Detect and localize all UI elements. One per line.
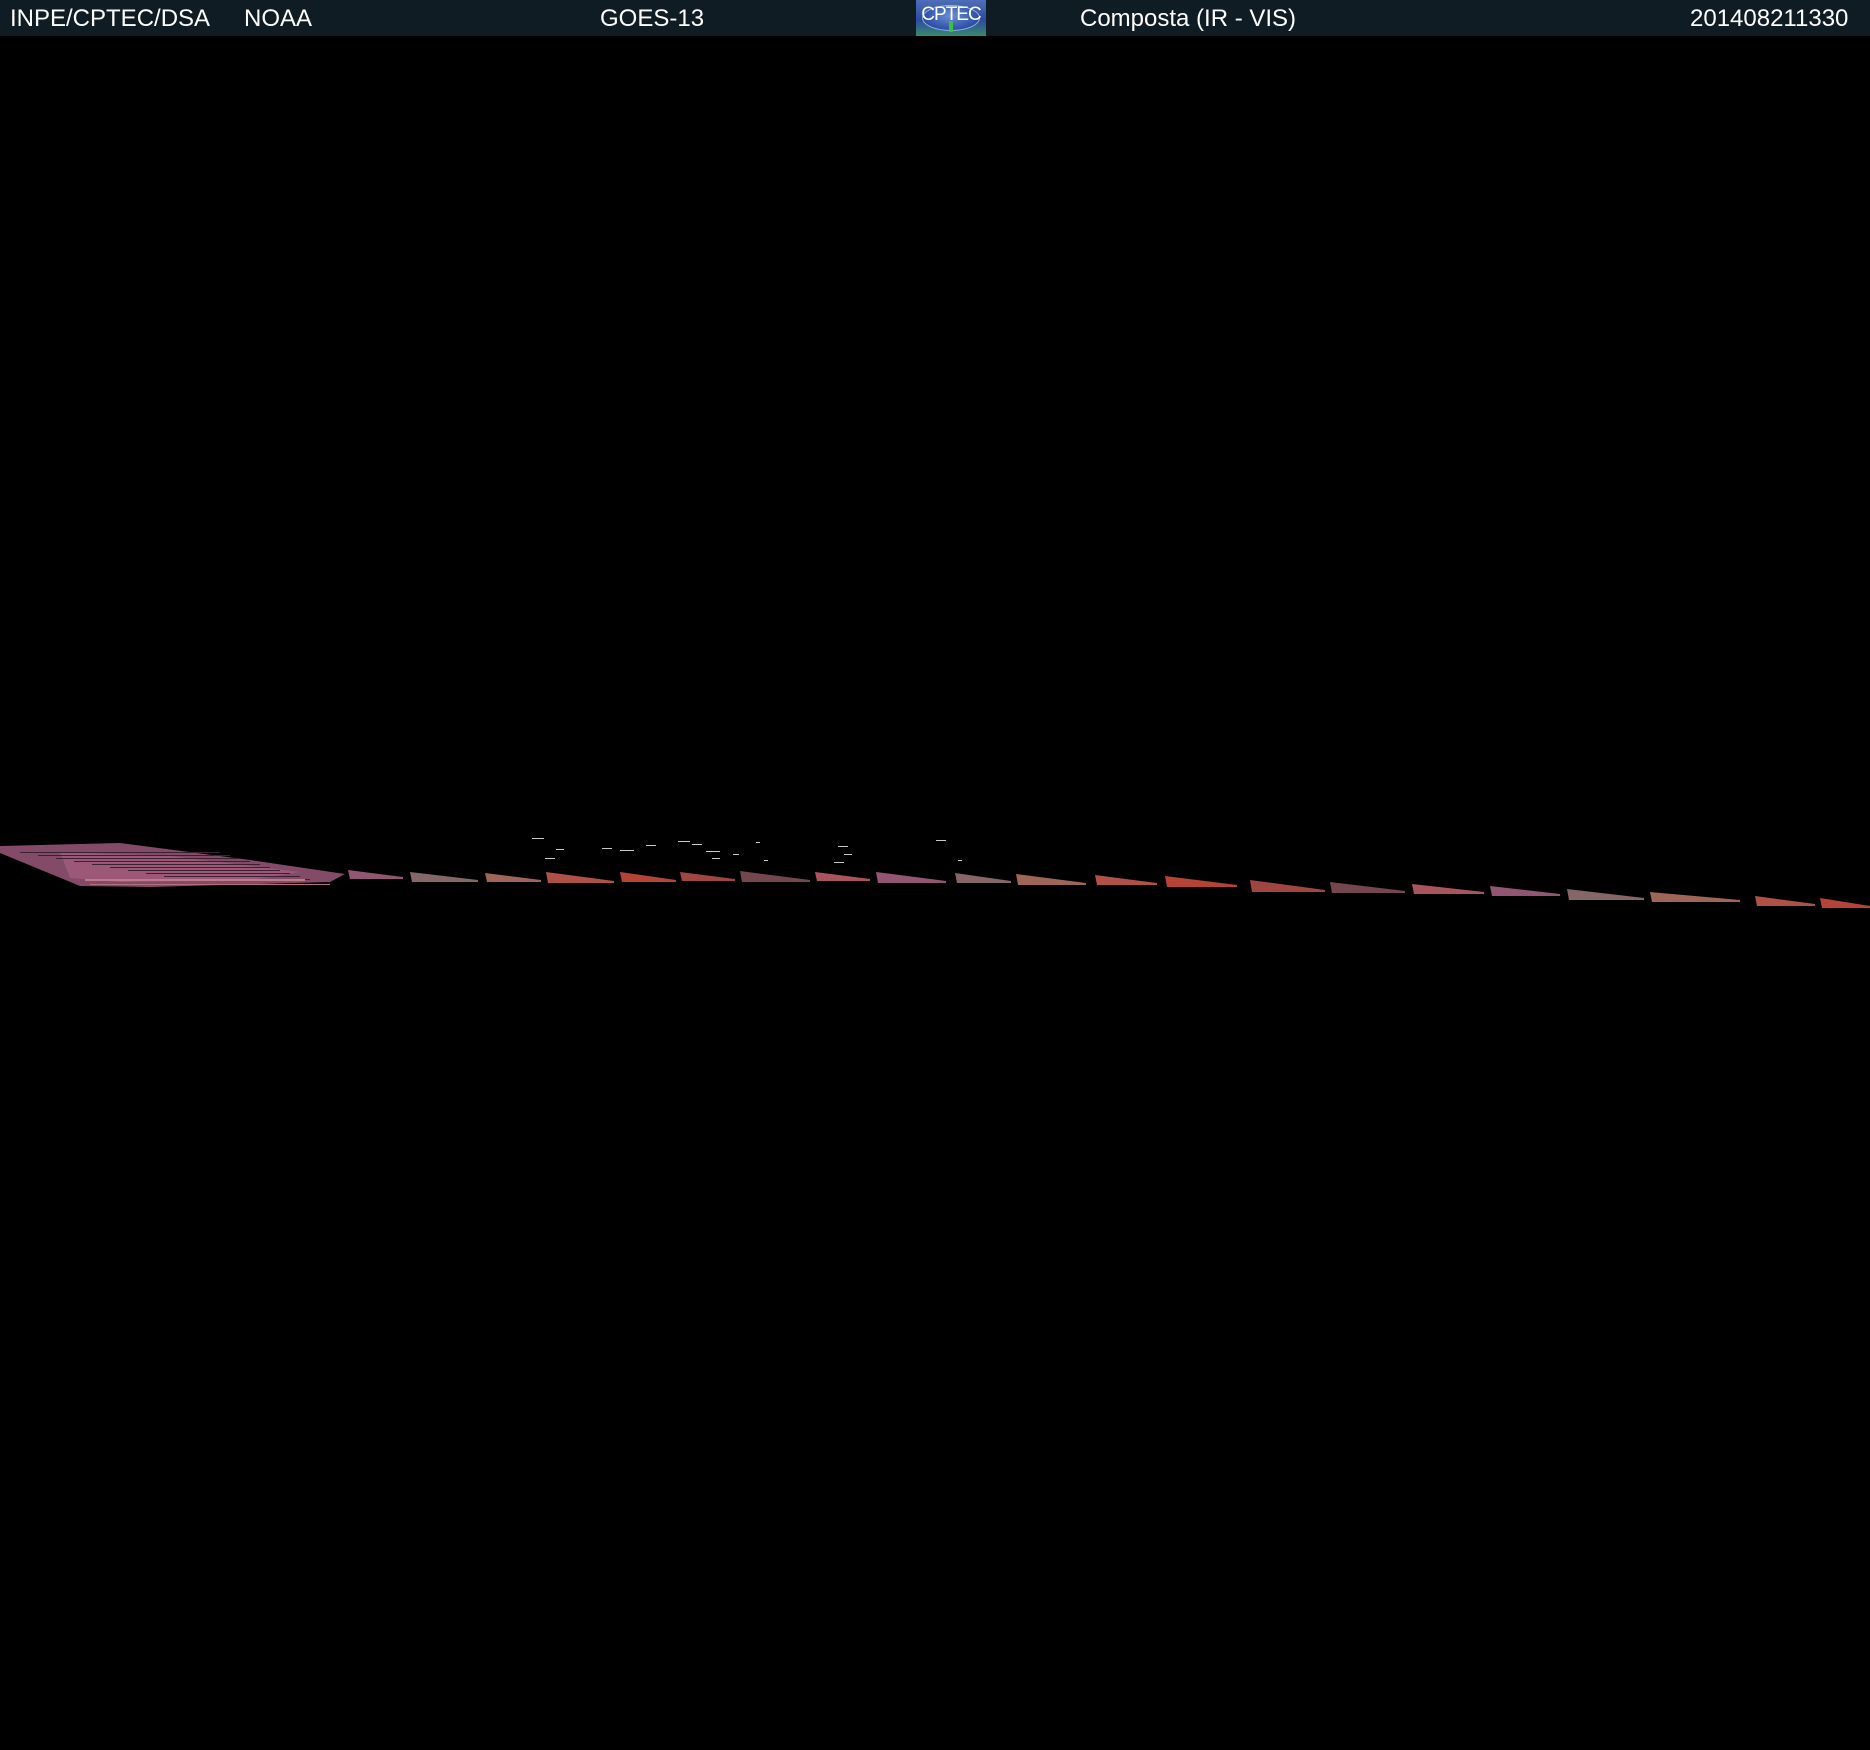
imagery-dash xyxy=(620,850,634,851)
imagery-streak xyxy=(146,873,290,874)
imagery-dash xyxy=(844,854,852,855)
scan-segment xyxy=(1330,882,1405,893)
logo-text: CPTEC xyxy=(921,4,981,25)
scan-segment xyxy=(1250,880,1325,892)
imagery-dash xyxy=(602,848,612,849)
imagery-streak xyxy=(38,855,230,856)
scan-segment xyxy=(1490,886,1560,896)
scan-segment xyxy=(348,870,403,879)
imagery-streak xyxy=(110,867,270,868)
scan-segment xyxy=(1095,875,1157,885)
imagery-dash xyxy=(838,846,848,847)
scan-segment xyxy=(876,872,946,883)
scan-segment xyxy=(1820,898,1870,908)
timestamp-label: 201408211330 xyxy=(1690,5,1849,32)
imagery-streak xyxy=(56,858,240,859)
scan-segment xyxy=(1412,884,1484,894)
product-label: Composta (IR - VIS) xyxy=(1080,5,1297,32)
imagery-dash xyxy=(678,841,690,842)
imagery-dash xyxy=(545,858,555,859)
imagery-streak xyxy=(90,884,330,885)
imagery-dash xyxy=(646,845,656,846)
imagery-strip xyxy=(0,838,1870,908)
scan-segment xyxy=(1016,874,1086,885)
imagery-streak xyxy=(74,861,250,862)
imagery-dash xyxy=(706,851,720,852)
imagery-dash xyxy=(532,838,544,839)
scan-segment xyxy=(680,872,735,881)
scan-segment xyxy=(546,872,614,883)
imagery-streak xyxy=(20,852,220,853)
imagery-dash xyxy=(556,849,564,850)
scan-segment xyxy=(1755,896,1815,906)
scan-segments xyxy=(0,838,1870,908)
scan-segment xyxy=(410,872,478,882)
imagery-streak xyxy=(164,876,300,877)
scan-segment xyxy=(815,872,870,881)
imagery-dash xyxy=(764,860,768,861)
scan-segment xyxy=(740,871,810,882)
image-header-bar: INPE/CPTEC/DSA NOAA GOES-13 CPTEC Compos… xyxy=(0,0,1870,36)
satellite-label: GOES-13 xyxy=(600,5,705,32)
cptec-logo: CPTEC xyxy=(916,0,986,36)
imagery-dash xyxy=(936,840,946,841)
scan-segment xyxy=(955,873,1011,883)
imagery-streak xyxy=(128,870,280,871)
imagery-dash xyxy=(958,860,962,861)
imagery-dash xyxy=(756,842,760,843)
imagery-dash xyxy=(692,844,702,845)
imagery-dash xyxy=(712,858,720,859)
scan-segment xyxy=(1650,892,1740,902)
imagery-dash xyxy=(834,862,844,863)
scan-segment xyxy=(1165,876,1237,887)
imagery-streak xyxy=(85,879,305,881)
imagery-streak xyxy=(92,864,260,865)
scan-segment xyxy=(620,872,676,882)
satellite-imagery xyxy=(0,36,1870,1750)
imagery-dash xyxy=(733,854,739,855)
source-label: NOAA xyxy=(244,5,313,32)
scan-segment xyxy=(1567,889,1644,900)
agency-label: INPE/CPTEC/DSA xyxy=(10,5,211,32)
scan-segment xyxy=(485,873,541,882)
